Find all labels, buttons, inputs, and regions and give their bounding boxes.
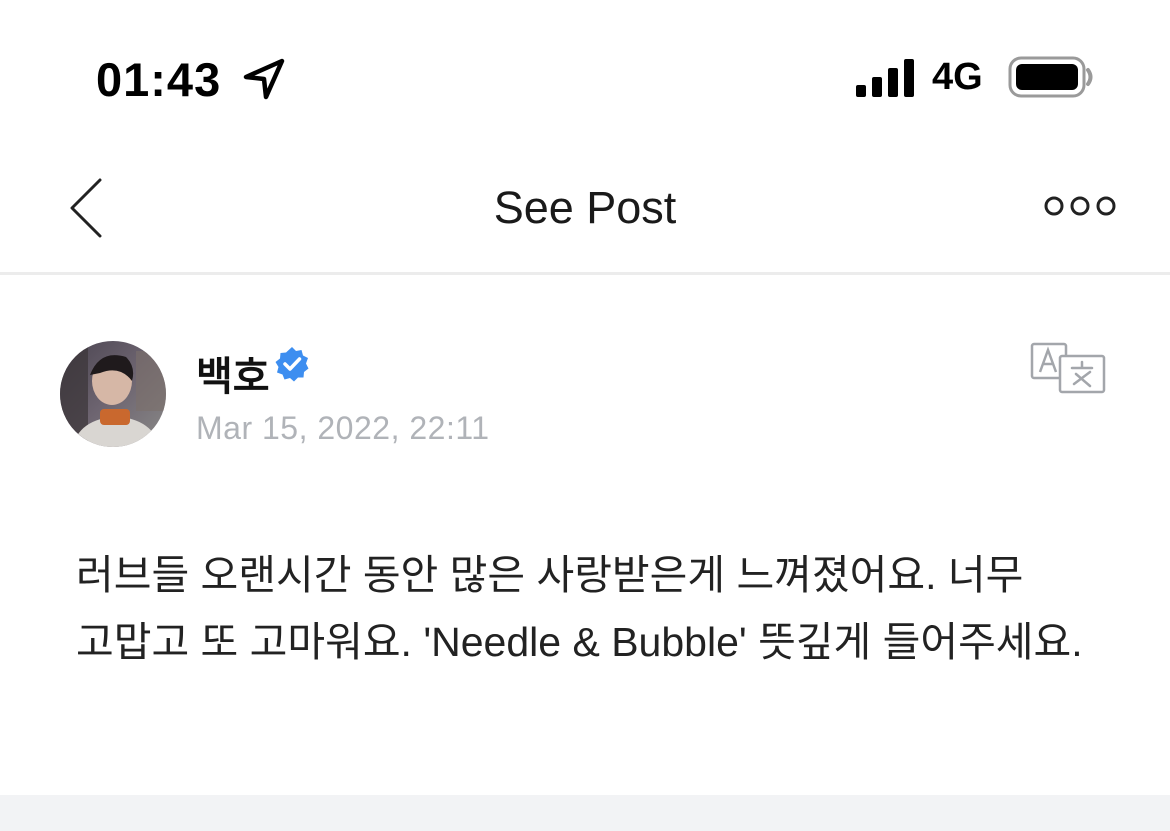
nav-bar: See Post [0, 150, 1170, 275]
location-arrow-icon [243, 58, 285, 100]
battery-icon [1008, 56, 1093, 98]
post-screen: 01:43 4G See Post 백호 Mar 15, 2022, 22:11… [0, 0, 1170, 831]
avatar-image [60, 341, 166, 447]
translate-icon[interactable] [1030, 342, 1106, 394]
status-bar: 01:43 4G [0, 0, 1170, 150]
verified-badge-icon [275, 347, 309, 382]
page-title: See Post [493, 182, 677, 233]
post-date: Mar 15, 2022, 22:11 [196, 410, 490, 446]
author-avatar[interactable] [60, 341, 166, 447]
more-icon[interactable] [1042, 192, 1118, 220]
status-time: 01:43 [96, 53, 222, 106]
network-type: 4G [932, 56, 983, 98]
post-body: 러브들 오랜시간 동안 많은 사랑받은게 느껴졌어요. 너무 고맙고 또 고마워… [76, 552, 1083, 665]
section-divider [0, 795, 1170, 831]
author-name[interactable]: 백호 [196, 344, 270, 402]
cellular-signal-icon [856, 59, 914, 97]
